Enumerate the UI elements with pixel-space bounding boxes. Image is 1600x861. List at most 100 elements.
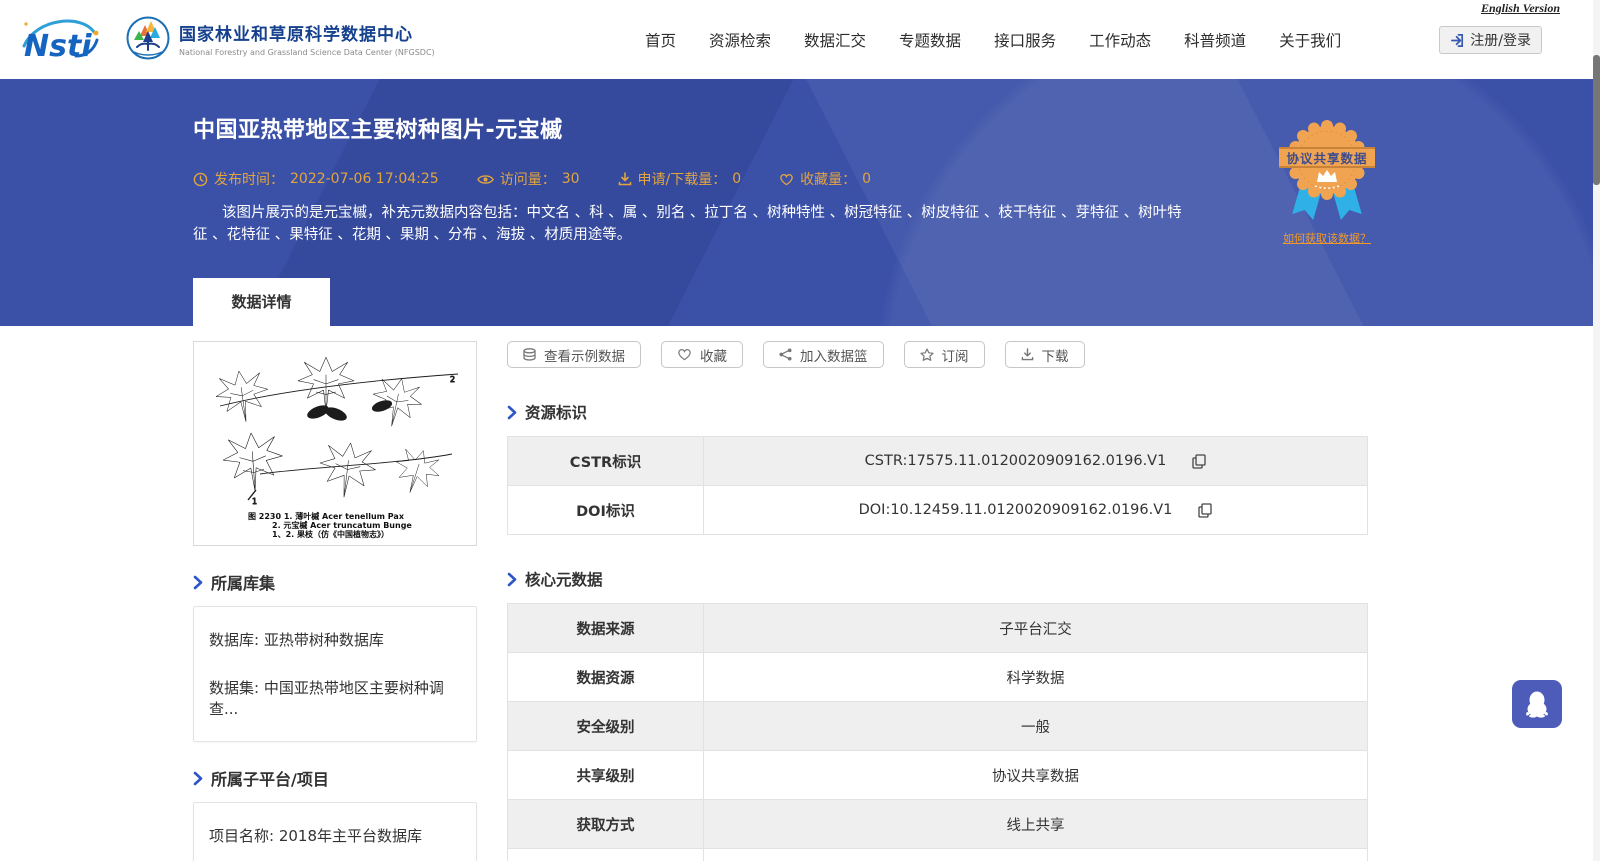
- download-label: 下载: [1041, 348, 1069, 365]
- view-sample-data-button[interactable]: 查看示例数据: [507, 341, 641, 368]
- detail-panel: 查看示例数据 收藏 加入数据篮 订阅 下载 资源标识 CSTR标识 CSTR:1…: [507, 341, 1368, 861]
- meta-row: 发布时间： 2022-07-06 17:04:25 访问量： 30 申请/下载量： 0: [193, 169, 1453, 189]
- top-header: Nsti 国家林业和草原科学数据中心 National Forestry and…: [0, 0, 1600, 79]
- figure-caption-line2: 2. 元宝槭 Acer truncatum Bunge: [272, 521, 412, 530]
- downloads-value: 0: [732, 171, 742, 187]
- share-badge: 协议共享数据 如何获取该数据？: [1279, 120, 1375, 246]
- clock-icon: [193, 172, 208, 186]
- svg-text:Nsti: Nsti: [24, 29, 92, 64]
- core-metadata-section-title: 核心元数据: [525, 571, 603, 589]
- chevron-right-icon: [507, 572, 517, 586]
- nfgsdc-logo-icon: [126, 16, 170, 60]
- visits-label: 访问量：: [499, 172, 556, 188]
- qq-penguin-icon: [1526, 691, 1548, 718]
- svg-text:2: 2: [450, 375, 455, 384]
- brand-area: Nsti 国家林业和草原科学数据中心 National Forestry and…: [18, 12, 435, 64]
- subscribe-label: 订阅: [941, 348, 969, 365]
- nav-work-news[interactable]: 工作动态: [1089, 29, 1151, 51]
- row-label: 安全级别: [508, 702, 704, 750]
- download-count: 申请/下载量： 0: [618, 169, 742, 189]
- project-section-header: 所属子平台/项目: [193, 766, 477, 790]
- publish-label: 发布时间：: [214, 172, 284, 188]
- row-label: 数据来源: [508, 604, 704, 652]
- tab-label: 数据详情: [231, 293, 292, 311]
- nav-resource-search[interactable]: 资源检索: [709, 29, 771, 51]
- left-sidebar: 2 1 图 2230 1. 薄叶槭 Acer tenellum Pax 2. 元…: [193, 341, 477, 861]
- nav-science-channel[interactable]: 科普频道: [1184, 29, 1246, 51]
- dataset-link[interactable]: 数据集: 中国亚热带地区主要树种调查...: [209, 677, 461, 719]
- cstr-label: CSTR标识: [508, 437, 704, 485]
- table-row: CSTR标识 CSTR:17575.11.0120020909162.0196.…: [508, 437, 1367, 486]
- row-value: 子平台汇交: [999, 621, 1072, 638]
- identifier-section-title: 资源标识: [525, 404, 588, 422]
- org-name-cn: 国家林业和草原科学数据中心: [179, 24, 413, 45]
- doi-label: DOI标识: [508, 486, 704, 534]
- download-button[interactable]: 下载: [1004, 341, 1085, 368]
- chevron-right-icon: [507, 405, 517, 419]
- favorite-button[interactable]: 收藏: [661, 341, 743, 368]
- badge-band: 协议共享数据: [1279, 147, 1375, 168]
- core-metadata-section-header: 核心元数据: [507, 568, 1368, 590]
- table-row: 数据来源 子平台汇交: [508, 604, 1367, 653]
- core-metadata-table: 数据来源 子平台汇交 数据资源 科学数据 安全级别 一般 共享级别 协议共享数据…: [507, 603, 1368, 861]
- chevron-right-icon: [193, 575, 203, 589]
- page-title: 中国亚热带地区主要树种图片-元宝槭: [193, 118, 563, 143]
- chevron-right-icon: [193, 771, 203, 785]
- qq-contact-button[interactable]: [1512, 680, 1562, 728]
- row-value: 线上共享: [1006, 817, 1065, 834]
- nav-topic-data[interactable]: 专题数据: [899, 29, 961, 51]
- publish-time: 发布时间： 2022-07-06 17:04:25: [193, 169, 439, 189]
- subscribe-button[interactable]: 订阅: [903, 341, 985, 368]
- org-name-en: National Forestry and Grassland Science …: [179, 47, 435, 57]
- table-row: 数据资源 科学数据: [508, 653, 1367, 702]
- view-sample-label: 查看示例数据: [544, 348, 625, 365]
- table-row: [508, 849, 1367, 861]
- basket-label: 加入数据篮: [800, 348, 868, 365]
- favorites-value: 0: [862, 171, 872, 187]
- english-version-link[interactable]: English Version: [1481, 1, 1560, 16]
- copy-icon[interactable]: [1192, 453, 1206, 469]
- row-label: 获取方式: [508, 800, 704, 848]
- nav-home[interactable]: 首页: [645, 29, 676, 51]
- visits-value: 30: [561, 171, 580, 187]
- star-icon: [919, 348, 934, 361]
- nav-api-service[interactable]: 接口服务: [994, 29, 1056, 51]
- row-label: [508, 849, 704, 861]
- main-content: 2 1 图 2230 1. 薄叶槭 Acer tenellum Pax 2. 元…: [0, 326, 1600, 861]
- nav-about-us[interactable]: 关于我们: [1279, 29, 1341, 51]
- login-label: 注册/登录: [1470, 33, 1531, 49]
- add-to-basket-button[interactable]: 加入数据篮: [763, 341, 884, 368]
- tab-data-detail[interactable]: 数据详情: [193, 278, 330, 326]
- database-link[interactable]: 数据库: 亚热带树种数据库: [209, 629, 461, 650]
- scrollbar-thumb[interactable]: [1593, 55, 1600, 185]
- page-scrollbar[interactable]: [1593, 0, 1600, 861]
- row-value: 科学数据: [1006, 670, 1065, 687]
- identifier-section-header: 资源标识: [507, 401, 1368, 423]
- login-icon: [1451, 33, 1464, 47]
- badge-label: 协议共享数据: [1286, 151, 1368, 166]
- favorite-count: 收藏量： 0: [779, 169, 871, 189]
- botanical-drawing-image: 2 1: [215, 356, 459, 506]
- visit-count: 访问量： 30: [476, 169, 580, 189]
- main-nav: 首页 资源检索 数据汇交 专题数据 接口服务 工作动态 科普频道 关于我们: [645, 0, 1341, 79]
- table-row: DOI标识 DOI:10.12459.11.0120020909162.0196…: [508, 486, 1367, 535]
- table-row: 获取方式 线上共享: [508, 800, 1367, 849]
- download-icon: [1021, 348, 1033, 361]
- figure-caption-line1: 图 2230 1. 薄叶槭 Acer tenellum Pax: [248, 512, 404, 521]
- library-section-title: 所属库集: [211, 574, 276, 593]
- how-to-get-data-link[interactable]: 如何获取该数据？: [1283, 230, 1371, 246]
- row-label: 数据资源: [508, 653, 704, 701]
- identifier-table: CSTR标识 CSTR:17575.11.0120020909162.0196.…: [507, 436, 1368, 535]
- nsti-logo: Nsti: [22, 19, 99, 64]
- resource-description: 该图片展示的是元宝槭，补充元数据内容包括：中文名 、科 、属 、别名 、拉丁名 …: [193, 205, 1182, 243]
- doi-value: DOI:10.12459.11.0120020909162.0196.V1: [858, 502, 1173, 518]
- copy-icon[interactable]: [1198, 502, 1213, 518]
- figure-caption-line3: 1、2. 果枝（仿《中国植物志》）: [272, 530, 389, 539]
- database-icon: [523, 347, 536, 361]
- botanical-figure: 2 1 图 2230 1. 薄叶槭 Acer tenellum Pax 2. 元…: [193, 341, 477, 546]
- login-register-button[interactable]: 注册/登录: [1439, 26, 1542, 54]
- favorites-label: 收藏量：: [800, 172, 857, 188]
- download-icon: [618, 172, 631, 186]
- resource-banner: 中国亚热带地区主要树种图片-元宝槭 发布时间： 2022-07-06 17:04:…: [0, 79, 1600, 326]
- nav-data-submission[interactable]: 数据汇交: [804, 29, 866, 51]
